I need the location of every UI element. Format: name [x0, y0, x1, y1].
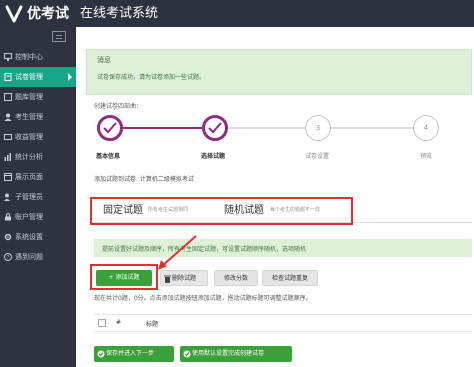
- active-arrow-icon: [68, 73, 72, 81]
- step-3-circle: 3: [305, 115, 331, 141]
- sidebar-item-label: 统计分析: [15, 153, 43, 161]
- sidebar-item-label: 收益管理: [15, 133, 43, 141]
- sidebar-item-settings[interactable]: 系统设置: [0, 227, 76, 247]
- tabs-highlight-box: [90, 197, 353, 225]
- sidebar-item-examinees[interactable]: 考生管理: [0, 107, 76, 127]
- info-text: 提前设置好试题及顺序，所有考生固定试题，可设置试题顺序随机，选项随机: [102, 246, 307, 253]
- sidebar: 控制中心 试卷管理 题库管理 考生管理 收益管理 统计分析 展示页面 子管理员 …: [0, 27, 76, 367]
- step-caption: 试卷设置: [305, 153, 330, 160]
- sidebar-item-label: 子管理员: [15, 193, 43, 201]
- step-1-circle: [97, 115, 123, 141]
- save-next-button[interactable]: 保存并进入下一步: [94, 346, 174, 362]
- bank-icon: [4, 93, 12, 101]
- step-4-circle: 4: [413, 115, 439, 141]
- check-icon: [103, 122, 117, 134]
- check-duplicate-button[interactable]: 检查试题重复: [262, 270, 318, 286]
- sidebar-item-help[interactable]: ? 遇到问题: [0, 247, 76, 267]
- page-icon: [4, 173, 12, 181]
- sidebar-item-account[interactable]: 账户管理: [0, 207, 76, 227]
- use-default-settings-button[interactable]: 使用默认设置完成创建试卷: [180, 346, 292, 362]
- sidebar-item-statistics[interactable]: 统计分析: [0, 147, 76, 167]
- sidebar-item-papers[interactable]: 试卷管理: [0, 67, 76, 87]
- monitor-icon: [4, 53, 12, 61]
- summary-text: 现在共计0题，0分。点击添加试题按钮添加试题，拖动试题标题可调整试题顺序。: [94, 295, 312, 302]
- use-default-label: 使用默认设置完成创建试卷: [192, 350, 265, 357]
- column-header-title: 标题: [146, 321, 159, 328]
- delete-question-label: 删除试题: [172, 275, 197, 282]
- step-connector: [122, 127, 202, 129]
- admin-icon: [4, 193, 10, 201]
- sidebar-item-label: 系统设置: [15, 233, 43, 241]
- sidebar-item-sub-admins[interactable]: 子管理员: [0, 187, 76, 207]
- message-text: 试卷保存成功，请为试卷添加一些试题。: [97, 74, 206, 81]
- user-icon: [4, 113, 12, 121]
- menu-toggle-icon[interactable]: [52, 31, 66, 42]
- select-all-checkbox[interactable]: [98, 319, 106, 327]
- chart-icon: [4, 153, 11, 161]
- system-title: 在线考试系统: [80, 6, 159, 21]
- trash-icon: [164, 275, 171, 283]
- add-button-highlight-box: [90, 264, 158, 290]
- help-icon: ?: [4, 253, 12, 261]
- account-icon: [5, 213, 11, 221]
- sidebar-item-label: 遇到问题: [15, 253, 43, 261]
- logo-text: 优考试: [27, 6, 69, 22]
- question-table-header: # 标题: [94, 314, 472, 332]
- svg-text:?: ?: [7, 255, 10, 261]
- step-caption: 选择试题: [201, 153, 226, 160]
- sidebar-item-label: 展示页面: [15, 173, 43, 181]
- step-connector: [318, 127, 424, 129]
- paper-icon: [4, 73, 12, 81]
- logo-icon: [5, 5, 23, 23]
- sidebar-item-display-page[interactable]: 展示页面: [0, 167, 76, 187]
- step-caption: 预览: [420, 153, 433, 160]
- sidebar-item-label: 控制中心: [15, 53, 43, 61]
- sidebar-item-dashboard[interactable]: 控制中心: [0, 47, 76, 67]
- edit-score-button[interactable]: 修改分数: [214, 270, 258, 286]
- top-bar: 优考试 在线考试系统: [0, 0, 474, 27]
- success-message: 消息 试卷保存成功，请为试卷添加一些试题。: [86, 49, 472, 95]
- wizard-label: 创建试卷四部曲：: [94, 103, 143, 110]
- sidebar-item-label: 考生管理: [15, 113, 43, 121]
- sidebar-item-revenue[interactable]: 收益管理: [0, 127, 76, 147]
- info-bar: 提前设置好试题及顺序，所有考生固定试题，可设置试题顺序随机，选项随机: [94, 239, 472, 257]
- message-title: 消息: [97, 56, 111, 64]
- money-icon: [4, 134, 12, 140]
- gear-icon: [4, 233, 12, 241]
- check-circle-icon: [183, 350, 191, 358]
- sidebar-item-question-bank[interactable]: 题库管理: [0, 87, 76, 107]
- column-header-index: #: [116, 319, 122, 326]
- check-icon: [208, 122, 222, 134]
- sidebar-item-label: 题库管理: [15, 93, 43, 101]
- sidebar-item-label: 试卷管理: [15, 73, 43, 81]
- check-circle-icon: [97, 350, 105, 358]
- step-caption: 基本信息: [96, 153, 121, 160]
- step-2-circle: [202, 115, 228, 141]
- delete-question-button[interactable]: 删除试题: [160, 270, 208, 286]
- sidebar-item-label: 账户管理: [15, 213, 43, 221]
- save-next-label: 保存并进入下一步: [106, 350, 155, 357]
- add-to-paper-label: 添加试题到试卷: 计算机二级模拟考试: [94, 176, 194, 183]
